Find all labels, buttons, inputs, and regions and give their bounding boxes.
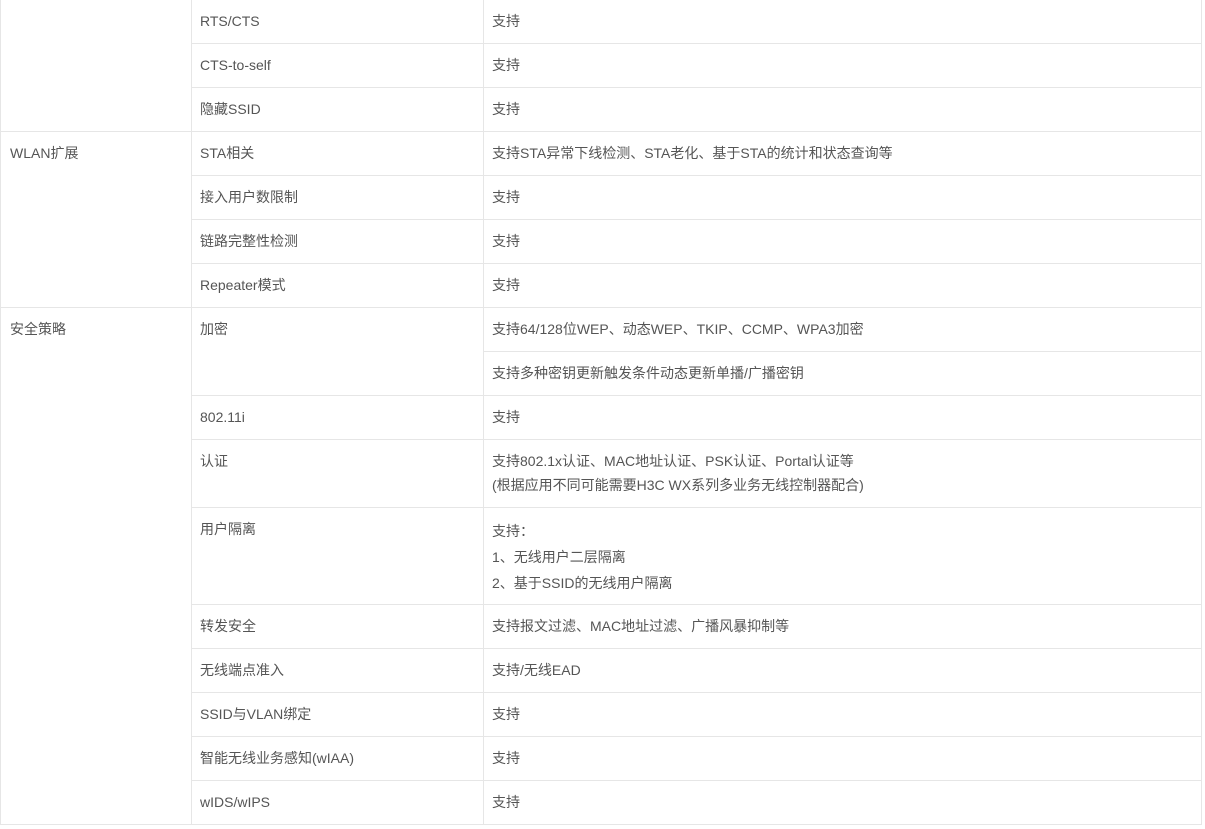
feature-cell: 隐藏SSID: [191, 87, 484, 132]
category-cell: WLAN扩展: [0, 131, 192, 308]
category-cell: [0, 0, 192, 132]
value-cell: 支持: [483, 0, 1202, 44]
value-cell: 支持: [483, 692, 1202, 737]
value-cell: 支持: [483, 780, 1202, 825]
feature-cell: 无线端点准入: [191, 648, 484, 693]
value-cell: 支持: [483, 87, 1202, 132]
value-cell: 支持STA异常下线检测、STA老化、基于STA的统计和状态查询等: [483, 131, 1202, 176]
spec-table: RTS/CTS 支持 CTS-to-self 支持 隐藏SSID 支持 WLAN…: [0, 0, 1202, 825]
value-cell: 支持： 1、无线用户二层隔离 2、基于SSID的无线用户隔离: [483, 507, 1202, 605]
feature-cell: CTS-to-self: [191, 43, 484, 88]
category-cell: 安全策略: [0, 307, 192, 825]
table-row: RTS/CTS 支持: [0, 0, 1202, 132]
feature-cell: 认证: [191, 439, 484, 508]
feature-cell: wIDS/wIPS: [191, 780, 484, 825]
feature-cell: 转发安全: [191, 604, 484, 649]
feature-cell: SSID与VLAN绑定: [191, 692, 484, 737]
value-cell: 支持802.1x认证、MAC地址认证、PSK认证、Portal认证等 (根据应用…: [483, 439, 1202, 508]
feature-cell: 智能无线业务感知(wIAA): [191, 736, 484, 781]
value-cell: 支持: [483, 175, 1202, 220]
value-cell: 支持多种密钥更新触发条件动态更新单播/广播密钥: [483, 351, 1202, 396]
value-cell: 支持: [483, 263, 1202, 308]
table-row: WLAN扩展 STA相关 支持STA异常下线检测、STA老化、基于STA的统计和…: [0, 131, 1202, 308]
feature-cell: 接入用户数限制: [191, 175, 484, 220]
feature-cell: 链路完整性检测: [191, 219, 484, 264]
feature-cell: Repeater模式: [191, 263, 484, 308]
value-cell: 支持报文过滤、MAC地址过滤、广播风暴抑制等: [483, 604, 1202, 649]
value-cell: 支持: [483, 736, 1202, 781]
feature-cell: RTS/CTS: [191, 0, 484, 44]
value-cell: 支持: [483, 43, 1202, 88]
feature-cell: 用户隔离: [191, 507, 484, 605]
feature-cell: 802.11i: [191, 395, 484, 440]
value-cell: 支持64/128位WEP、动态WEP、TKIP、CCMP、WPA3加密: [483, 307, 1202, 352]
feature-cell: 加密: [191, 307, 484, 396]
table-row: 安全策略 加密 支持64/128位WEP、动态WEP、TKIP、CCMP、WPA…: [0, 307, 1202, 825]
value-cell: 支持: [483, 219, 1202, 264]
feature-cell: STA相关: [191, 131, 484, 176]
value-cell: 支持/无线EAD: [483, 648, 1202, 693]
value-cell: 支持: [483, 395, 1202, 440]
